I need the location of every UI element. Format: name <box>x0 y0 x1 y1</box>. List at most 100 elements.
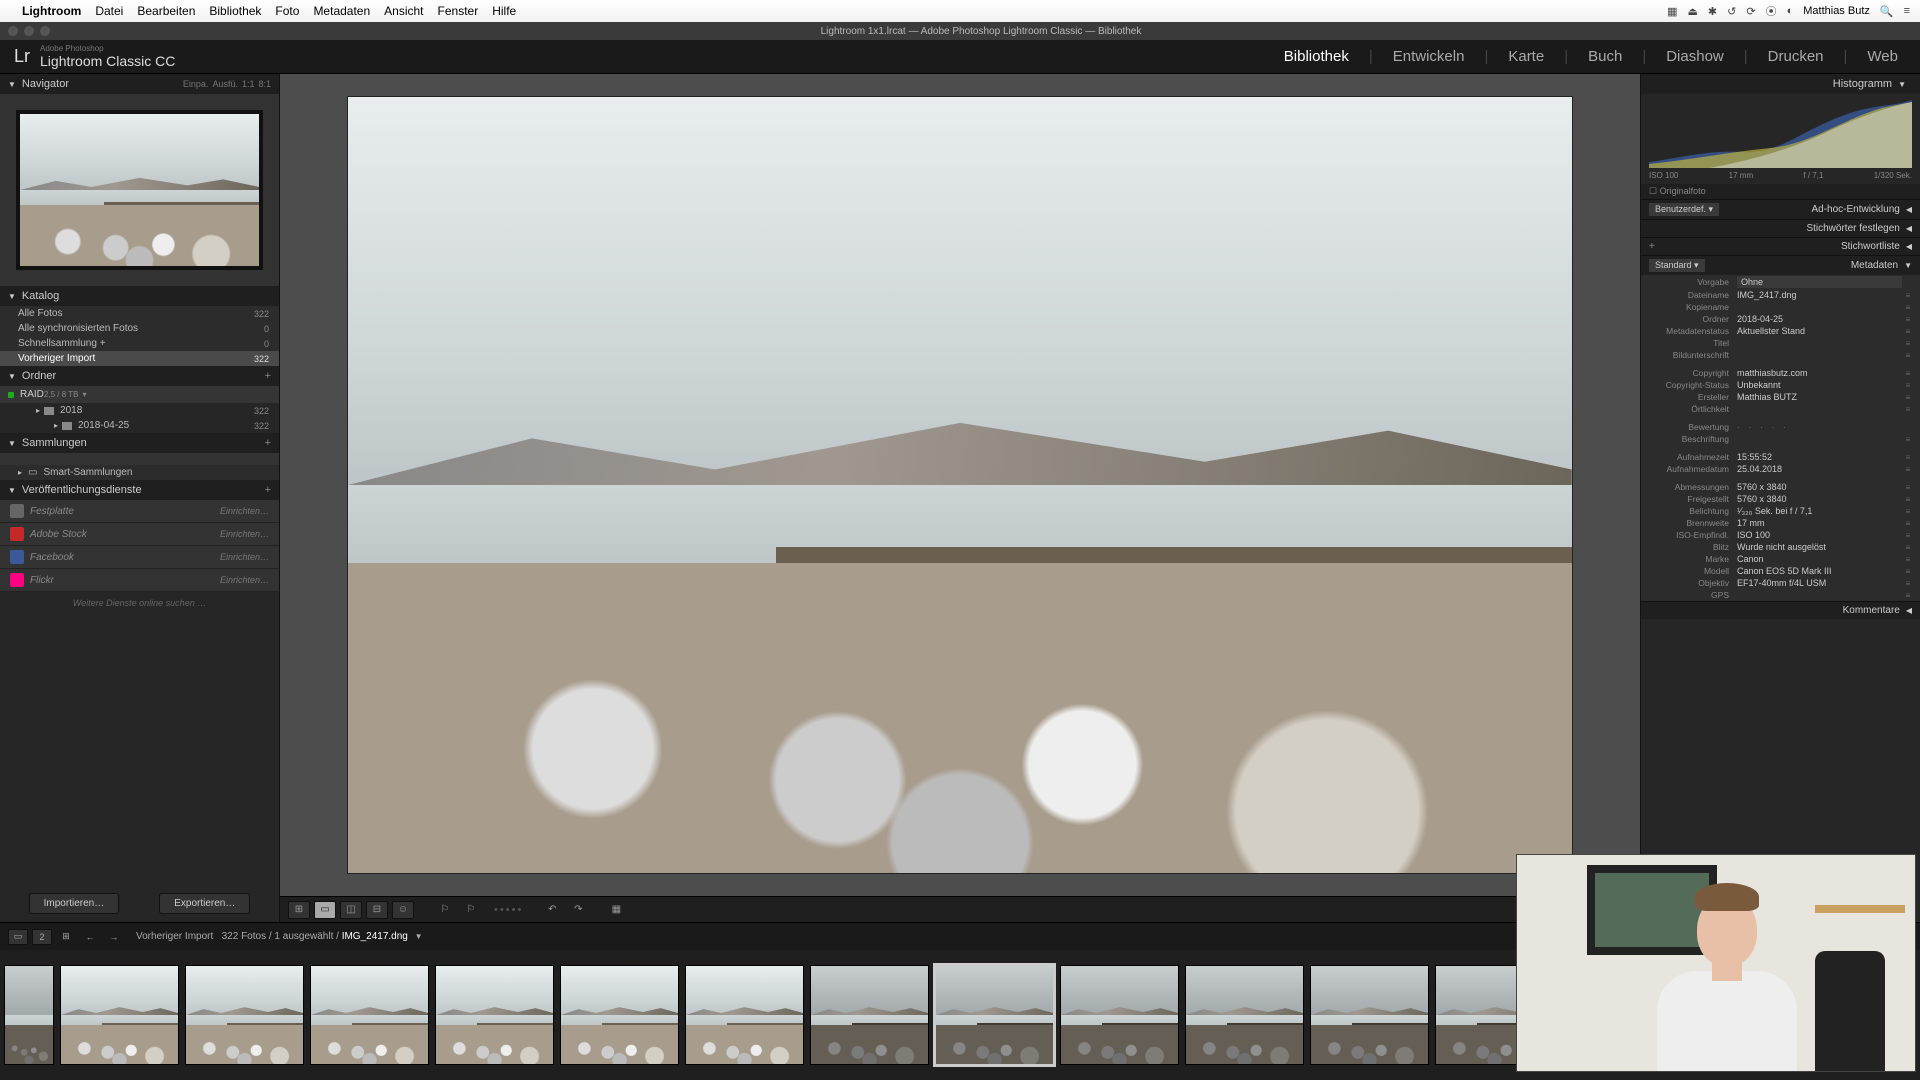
metadata-row[interactable]: MetadatenstatusAktuellster Stand≡ <box>1641 325 1920 337</box>
metadata-preset-value[interactable]: Ohne <box>1737 276 1902 288</box>
import-button[interactable]: Importieren… <box>29 893 120 914</box>
nav-fill[interactable]: Ausfü. <box>212 79 238 89</box>
folders-header[interactable]: ▼ Ordner + <box>0 366 279 386</box>
filmstrip-thumb[interactable] <box>435 965 554 1065</box>
mac-user[interactable]: Matthias Butz <box>1803 5 1870 17</box>
smart-collections-row[interactable]: ▸ ▭ Smart-Sammlungen <box>0 465 279 480</box>
module-book[interactable]: Buch <box>1580 48 1630 65</box>
module-print[interactable]: Drucken <box>1760 48 1832 65</box>
module-web[interactable]: Web <box>1859 48 1906 65</box>
add-keyword-icon[interactable]: + <box>1649 241 1655 252</box>
filmstrip-thumb[interactable] <box>560 965 679 1065</box>
search-icon[interactable]: 🔍 <box>1880 5 1894 18</box>
loupe-view-button[interactable]: ▭ <box>314 901 336 919</box>
compare-view-button[interactable]: ◫ <box>340 901 362 919</box>
user-level-select[interactable]: Benutzerdef. ▾ <box>1649 203 1719 216</box>
metadata-row[interactable]: BlitzWurde nicht ausgelöst≡ <box>1641 541 1920 553</box>
nav-forward-icon[interactable]: → <box>104 929 124 945</box>
status-icon[interactable]: ▦ <box>1667 5 1677 18</box>
status-icon[interactable]: ◐ <box>1787 5 1794 17</box>
add-publish-icon[interactable]: + <box>265 484 271 496</box>
metadata-row[interactable]: GPS≡ <box>1641 589 1920 601</box>
original-photo-checkbox[interactable]: ☐ Originalfoto <box>1641 184 1920 199</box>
publish-service-row[interactable]: FlickrEinrichten… <box>0 569 279 592</box>
filmstrip-thumb[interactable] <box>4 965 54 1065</box>
catalog-header[interactable]: ▼ Katalog <box>0 286 279 306</box>
metadata-row[interactable]: DateinameIMG_2417.dng≡ <box>1641 289 1920 301</box>
flag-pick-icon[interactable]: ⚐ <box>434 901 456 919</box>
mac-menu-item[interactable]: Fenster <box>438 4 479 18</box>
metadata-row[interactable]: Ordner2018-04-25≡ <box>1641 313 1920 325</box>
metadata-row[interactable]: Belichtung¹⁄₃₂₀ Sek. bei f / 7,1≡ <box>1641 505 1920 517</box>
filmstrip-thumb[interactable] <box>1185 965 1304 1065</box>
rating-stars[interactable]: · · · · · <box>1737 422 1902 432</box>
histogram[interactable]: ISO 100 17 mm f / 7,1 1/320 Sek. <box>1641 94 1920 184</box>
filmstrip-thumb[interactable] <box>810 965 929 1065</box>
mac-menu-item[interactable]: Bearbeiten <box>137 4 195 18</box>
filmstrip-thumb[interactable] <box>1060 965 1179 1065</box>
mac-menu-item[interactable]: Foto <box>275 4 299 18</box>
metadata-row[interactable]: Kopiename≡ <box>1641 301 1920 313</box>
metadata-row[interactable]: ISO-Empfindl.ISO 100≡ <box>1641 529 1920 541</box>
nav-1to1[interactable]: 1:1 <box>242 79 255 89</box>
filmstrip-thumb[interactable] <box>1310 965 1429 1065</box>
metadata-row[interactable]: Freigestellt5760 x 3840≡ <box>1641 493 1920 505</box>
mac-menu-item[interactable]: Hilfe <box>492 4 516 18</box>
status-icon[interactable]: ↺ <box>1727 5 1736 18</box>
metadata-row[interactable]: ModellCanon EOS 5D Mark III≡ <box>1641 565 1920 577</box>
module-map[interactable]: Karte <box>1500 48 1552 65</box>
mac-menu-app[interactable]: Lightroom <box>22 4 81 18</box>
filmstrip-thumb[interactable] <box>935 965 1054 1065</box>
chevron-down-icon[interactable]: ▾ <box>82 390 86 399</box>
filmstrip-thumb[interactable] <box>60 965 179 1065</box>
add-collection-icon[interactable]: + <box>265 437 271 449</box>
export-button[interactable]: Exportieren… <box>159 893 250 914</box>
module-library[interactable]: Bibliothek <box>1276 48 1357 65</box>
status-icon[interactable]: ⟳ <box>1746 5 1755 18</box>
nav-back-icon[interactable]: ← <box>80 929 100 945</box>
folder-row[interactable]: ▸2018-04-25322 <box>0 418 279 433</box>
zoom-icon[interactable] <box>40 26 50 36</box>
main-window-button[interactable]: ▭ <box>8 929 28 945</box>
minimize-icon[interactable] <box>24 26 34 36</box>
keyword-list-header[interactable]: +Stichwortliste◀ <box>1641 237 1920 255</box>
collection-filter-input[interactable] <box>0 453 279 465</box>
wifi-icon[interactable]: ⦿ <box>1766 3 1777 19</box>
metadata-row[interactable]: Aufnahmezeit15:55:52≡ <box>1641 451 1920 463</box>
metadata-preset-select[interactable]: Standard ▾ <box>1649 259 1705 272</box>
grid-view-button[interactable]: ⊞ <box>288 901 310 919</box>
metadata-row[interactable]: Örtlichkeit≡ <box>1641 403 1920 415</box>
catalog-row[interactable]: Alle synchronisierten Fotos0 <box>0 321 279 336</box>
status-icon[interactable]: ✱ <box>1708 5 1717 18</box>
nav-fit[interactable]: Einpa. <box>183 79 209 89</box>
close-icon[interactable] <box>8 26 18 36</box>
survey-view-button[interactable]: ⊟ <box>366 901 388 919</box>
folder-row[interactable]: ▸2018322 <box>0 403 279 418</box>
people-view-button[interactable]: ☺ <box>392 901 414 919</box>
flag-reject-icon[interactable]: ⚐ <box>460 901 482 919</box>
mac-menu-item[interactable]: Bibliothek <box>209 4 261 18</box>
quick-develop-header[interactable]: Benutzerdef. ▾ Ad-hoc-Entwicklung◀ <box>1641 199 1920 219</box>
publish-service-row[interactable]: Adobe StockEinrichten… <box>0 523 279 546</box>
publish-header[interactable]: ▼ Veröffentlichungsdienste + <box>0 480 279 500</box>
catalog-row[interactable]: Schnellsammlung +0 <box>0 336 279 351</box>
mac-menu-item[interactable]: Metadaten <box>313 4 370 18</box>
rotate-left-icon[interactable]: ↶ <box>541 901 563 919</box>
filmstrip-thumb[interactable] <box>310 965 429 1065</box>
metadata-row[interactable]: ErstellerMatthias BUTZ≡ <box>1641 391 1920 403</box>
navigator-preview[interactable] <box>0 94 279 286</box>
rotate-right-icon[interactable]: ↷ <box>567 901 589 919</box>
find-more-services[interactable]: Weitere Dienste online suchen … <box>0 592 279 614</box>
volume-row[interactable]: RAID 2,5 / 8 TB ▾ <box>0 386 279 403</box>
mac-menu-item[interactable]: Ansicht <box>384 4 423 18</box>
collections-header[interactable]: ▼ Sammlungen + <box>0 433 279 453</box>
status-icon[interactable]: ⏏ <box>1688 5 1698 18</box>
metadata-row[interactable]: Titel≡ <box>1641 337 1920 349</box>
publish-service-row[interactable]: FestplatteEinrichten… <box>0 500 279 523</box>
metadata-row[interactable]: Copyrightmatthiasbutz.com≡ <box>1641 367 1920 379</box>
filmstrip-thumb[interactable] <box>185 965 304 1065</box>
chevron-down-icon[interactable]: ▼ <box>415 932 423 941</box>
slideshow-icon[interactable]: ▦ <box>605 901 627 919</box>
module-develop[interactable]: Entwickeln <box>1385 48 1473 65</box>
metadata-row[interactable]: Copyright-StatusUnbekannt≡ <box>1641 379 1920 391</box>
